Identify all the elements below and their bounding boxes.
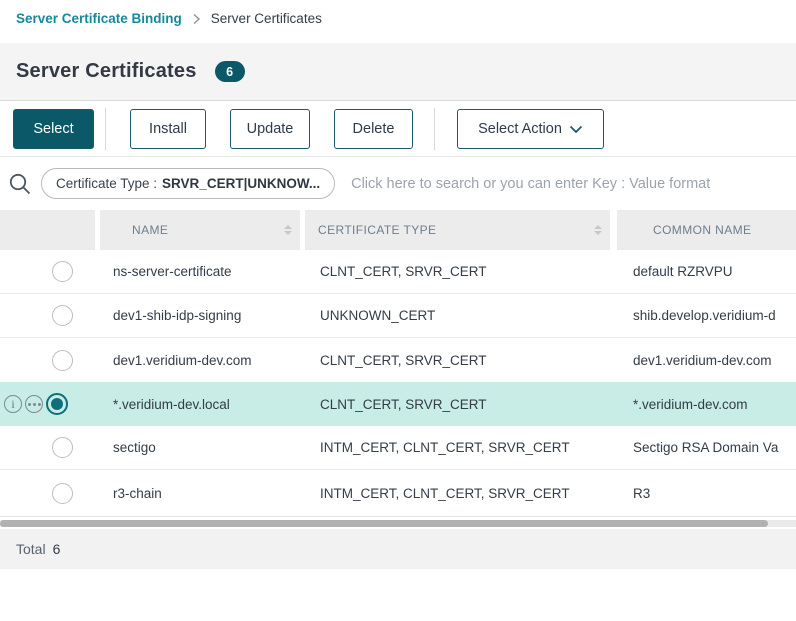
cell-common-name: shib.develop.veridium-d: [617, 294, 796, 337]
select-action-button[interactable]: Select Action: [457, 109, 604, 149]
toolbar-divider: [105, 108, 106, 150]
cell-certificate-type: UNKNOWN_CERT: [305, 294, 610, 337]
table-row[interactable]: r3-chain INTM_CERT, CLNT_CERT, SRVR_CERT…: [0, 470, 796, 517]
cell-name: sectigo: [100, 426, 300, 469]
table-footer: Total 6: [0, 529, 796, 569]
toolbar-divider: [434, 108, 435, 150]
delete-button[interactable]: Delete: [334, 109, 413, 149]
breadcrumb-current: Server Certificates: [211, 11, 322, 26]
page-header: Server Certificates 6: [0, 43, 796, 101]
sort-icon[interactable]: [284, 225, 292, 235]
row-radio[interactable]: [52, 350, 73, 371]
column-header-certificate-type[interactable]: CERTIFICATE TYPE: [305, 210, 610, 250]
select-action-label: Select Action: [478, 121, 562, 137]
cell-name: *.veridium-dev.local: [100, 382, 300, 426]
cell-certificate-type: CLNT_CERT, SRVR_CERT: [305, 338, 610, 382]
select-button[interactable]: Select: [13, 109, 94, 149]
update-button[interactable]: Update: [230, 109, 310, 149]
cell-name: dev1.veridium-dev.com: [100, 338, 300, 382]
table-row[interactable]: dev1-shib-idp-signing UNKNOWN_CERT shib.…: [0, 294, 796, 338]
cell-name: r3-chain: [100, 470, 300, 516]
count-badge: 6: [215, 61, 245, 82]
ellipsis-icon[interactable]: [25, 395, 43, 413]
breadcrumb: Server Certificate Binding Server Certif…: [0, 0, 796, 43]
cell-common-name: *.veridium-dev.com: [617, 382, 796, 426]
filter-chip-label: Certificate Type :: [56, 176, 157, 191]
cell-common-name: dev1.veridium-dev.com: [617, 338, 796, 382]
table-row[interactable]: dev1.veridium-dev.com CLNT_CERT, SRVR_CE…: [0, 338, 796, 382]
cell-name: ns-server-certificate: [100, 250, 300, 293]
column-label: NAME: [132, 223, 168, 237]
cell-common-name: R3: [617, 470, 796, 516]
row-radio-selected[interactable]: [46, 393, 68, 415]
cell-certificate-type: CLNT_CERT, SRVR_CERT: [305, 382, 610, 426]
row-radio[interactable]: [52, 437, 73, 458]
horizontal-scrollbar[interactable]: [0, 520, 796, 527]
chevron-right-icon: [192, 13, 201, 25]
server-certificates-page: Server Certificate Binding Server Certif…: [0, 0, 796, 621]
column-label: CERTIFICATE TYPE: [318, 223, 436, 237]
cell-certificate-type: CLNT_CERT, SRVR_CERT: [305, 250, 610, 293]
breadcrumb-link[interactable]: Server Certificate Binding: [16, 11, 182, 26]
toolbar: Select Install Update Delete Select Acti…: [0, 101, 796, 157]
total-label: Total: [16, 541, 46, 557]
table-row[interactable]: ns-server-certificate CLNT_CERT, SRVR_CE…: [0, 250, 796, 294]
table-header: NAME CERTIFICATE TYPE COMMON NAME: [0, 210, 796, 250]
chevron-down-icon: [569, 125, 583, 134]
search-bar[interactable]: Certificate Type : SRVR_CERT|UNKNOW... C…: [0, 157, 796, 210]
column-label: COMMON NAME: [653, 223, 751, 237]
install-button[interactable]: Install: [130, 109, 206, 149]
scrollbar-thumb[interactable]: [0, 520, 768, 527]
cell-name: dev1-shib-idp-signing: [100, 294, 300, 337]
table-row[interactable]: sectigo INTM_CERT, CLNT_CERT, SRVR_CERT …: [0, 426, 796, 470]
table-body: ns-server-certificate CLNT_CERT, SRVR_CE…: [0, 250, 796, 517]
filter-chip[interactable]: Certificate Type : SRVR_CERT|UNKNOW...: [41, 168, 335, 199]
row-radio[interactable]: [52, 305, 73, 326]
column-header-select: [0, 210, 95, 250]
column-header-name[interactable]: NAME: [100, 210, 300, 250]
info-icon[interactable]: i: [4, 395, 22, 413]
cell-common-name: default RZRVPU: [617, 250, 796, 293]
sort-icon[interactable]: [594, 225, 602, 235]
search-icon: [8, 172, 32, 196]
row-radio[interactable]: [52, 261, 73, 282]
cell-common-name: Sectigo RSA Domain Va: [617, 426, 796, 469]
search-placeholder: Click here to search or you can enter Ke…: [351, 176, 710, 192]
table-row-selected[interactable]: i *.veridium-dev.local CLNT_CERT, SRVR_C…: [0, 382, 796, 426]
cell-certificate-type: INTM_CERT, CLNT_CERT, SRVR_CERT: [305, 470, 610, 516]
column-header-common-name[interactable]: COMMON NAME: [617, 210, 796, 250]
total-value: 6: [53, 541, 61, 557]
cell-certificate-type: INTM_CERT, CLNT_CERT, SRVR_CERT: [305, 426, 610, 469]
page-title: Server Certificates: [16, 60, 197, 83]
filter-chip-value: SRVR_CERT|UNKNOW...: [162, 176, 320, 191]
row-radio[interactable]: [52, 483, 73, 504]
